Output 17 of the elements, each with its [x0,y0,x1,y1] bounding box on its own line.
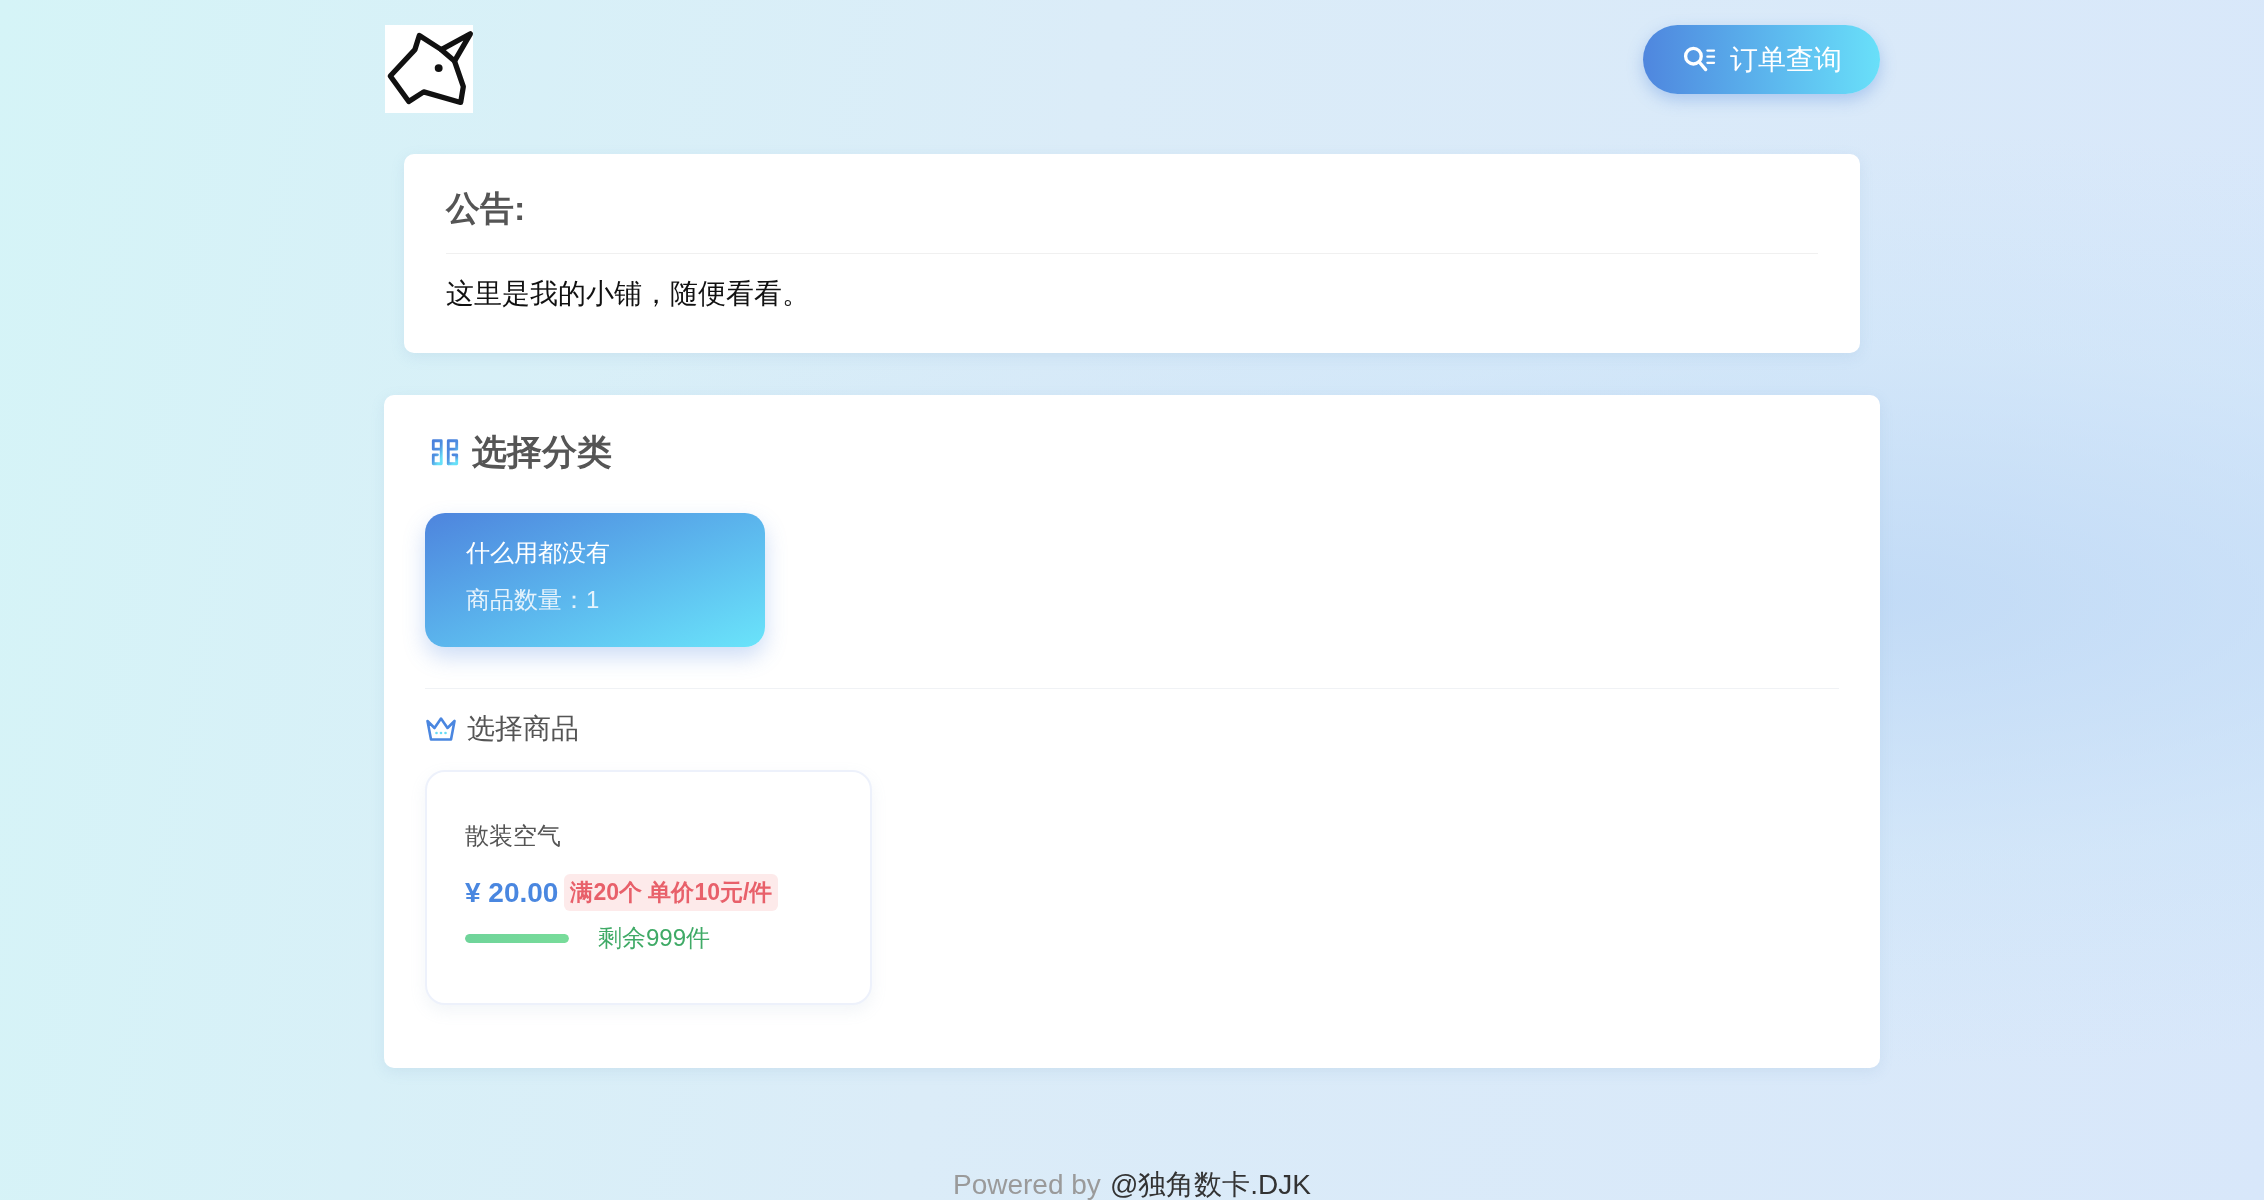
product-section-title: 选择商品 [467,712,579,746]
category-count: 商品数量：1 [466,585,600,615]
unicorn-logo-icon[interactable] [384,25,474,113]
powered-by-text: Powered by [953,1169,1101,1200]
stock-remaining-text: 剩余999件 [598,926,711,950]
notice-text: 这里是我的小铺，随便看看。 [446,278,810,310]
category-section-title: 选择分类 [472,431,612,473]
crown-icon [425,716,457,742]
category-name: 什么用都没有 [466,538,610,568]
product-price: ¥ 20.00 [465,876,559,910]
product-card[interactable]: 散装空气 ¥ 20.00 满20个 单价10元/件 剩余999件 [425,770,872,1005]
notice-title: 公告: [446,188,526,228]
footer-link[interactable]: @独角数卡.DJK [1109,1169,1311,1200]
category-icon [430,437,460,467]
discount-badge: 满20个 单价10元/件 [564,874,779,911]
search-icon [1681,45,1716,74]
product-name: 散装空气 [465,821,561,851]
